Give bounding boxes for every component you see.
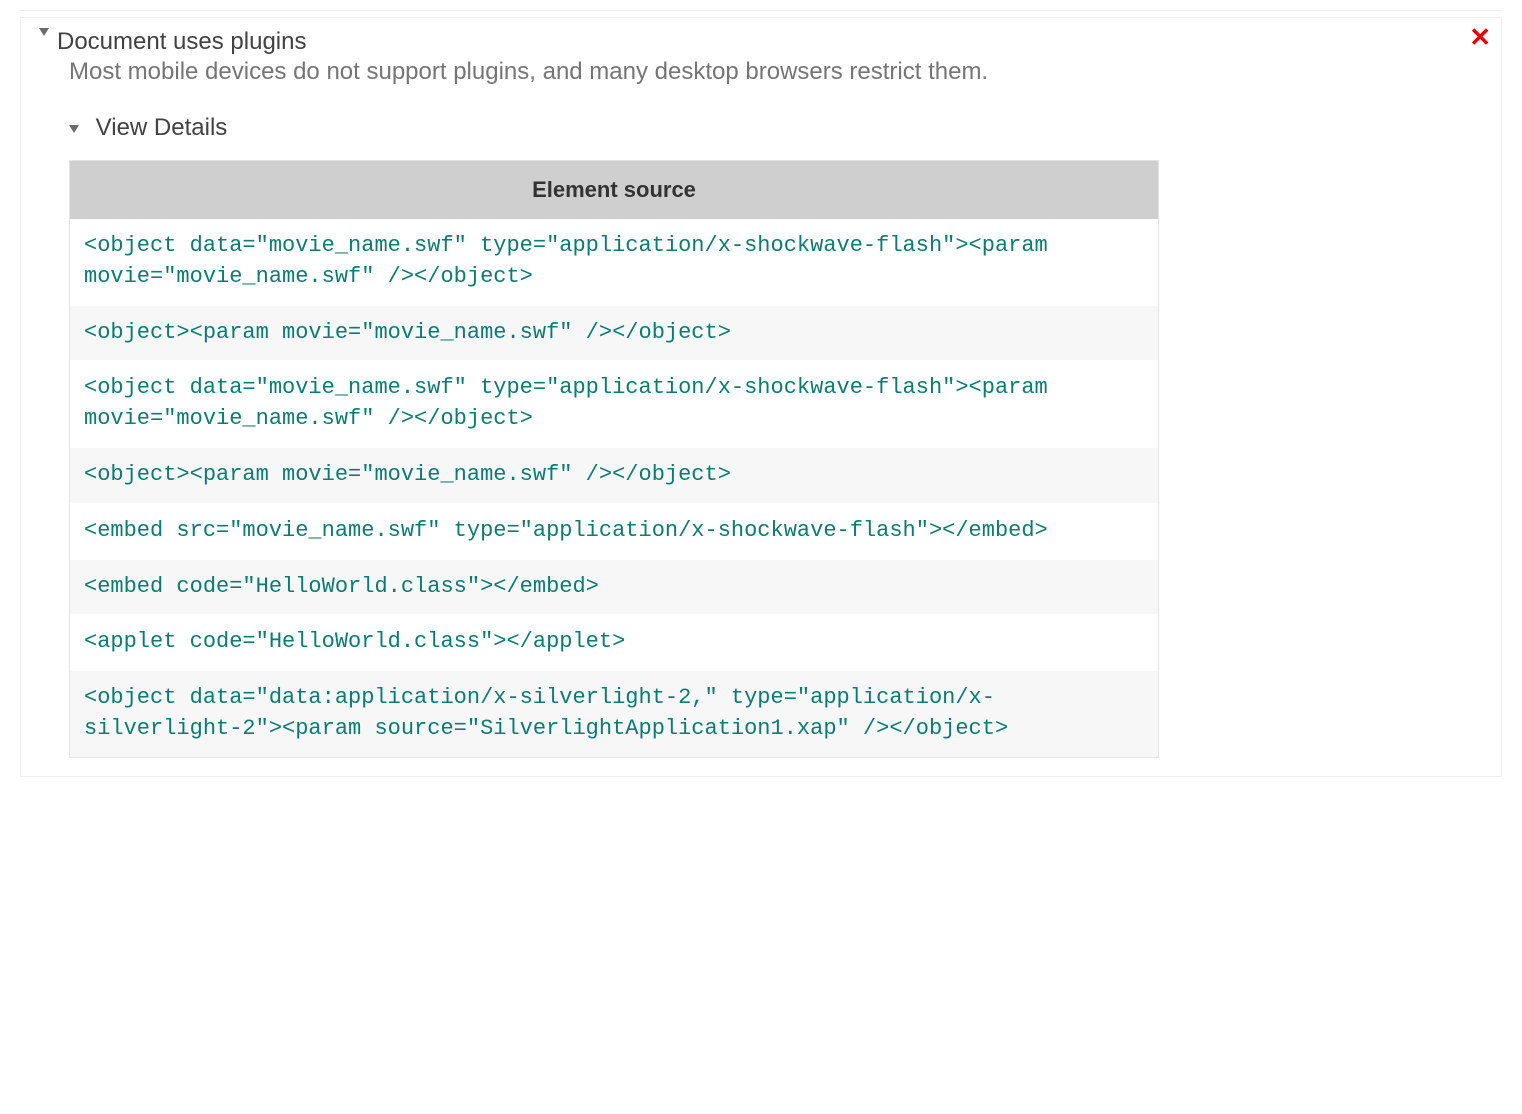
table-row: <embed code="HelloWorld.class"></embed> <box>70 559 1158 615</box>
table-row: <object data="data:application/x-silverl… <box>70 670 1158 757</box>
table-header: Element source <box>70 161 1158 219</box>
element-source-table: Element source <object data="movie_name.… <box>69 160 1159 758</box>
table-row: <object data="movie_name.swf" type="appl… <box>70 360 1158 447</box>
table-row: <applet code="HelloWorld.class"></applet… <box>70 614 1158 670</box>
view-details-label: View Details <box>96 114 228 141</box>
chevron-down-icon <box>69 125 79 133</box>
fail-status-icon: ✕ <box>1469 24 1491 50</box>
audit-title: Document uses plugins <box>57 28 306 56</box>
table-row: <object><param movie="movie_name.swf" />… <box>70 447 1158 503</box>
audit-header[interactable]: Document uses plugins <box>39 28 1483 56</box>
table-row: <embed src="movie_name.swf" type="applic… <box>70 503 1158 559</box>
audit-description: Most mobile devices do not support plugi… <box>69 58 1483 86</box>
chevron-down-icon <box>39 28 49 36</box>
divider <box>20 10 1502 11</box>
view-details-toggle[interactable]: View Details <box>69 114 1483 142</box>
table-row: <object><param movie="movie_name.swf" />… <box>70 305 1158 361</box>
table-row: <object data="movie_name.swf" type="appl… <box>70 219 1158 305</box>
audit-panel: ✕ Document uses plugins Most mobile devi… <box>20 17 1502 777</box>
